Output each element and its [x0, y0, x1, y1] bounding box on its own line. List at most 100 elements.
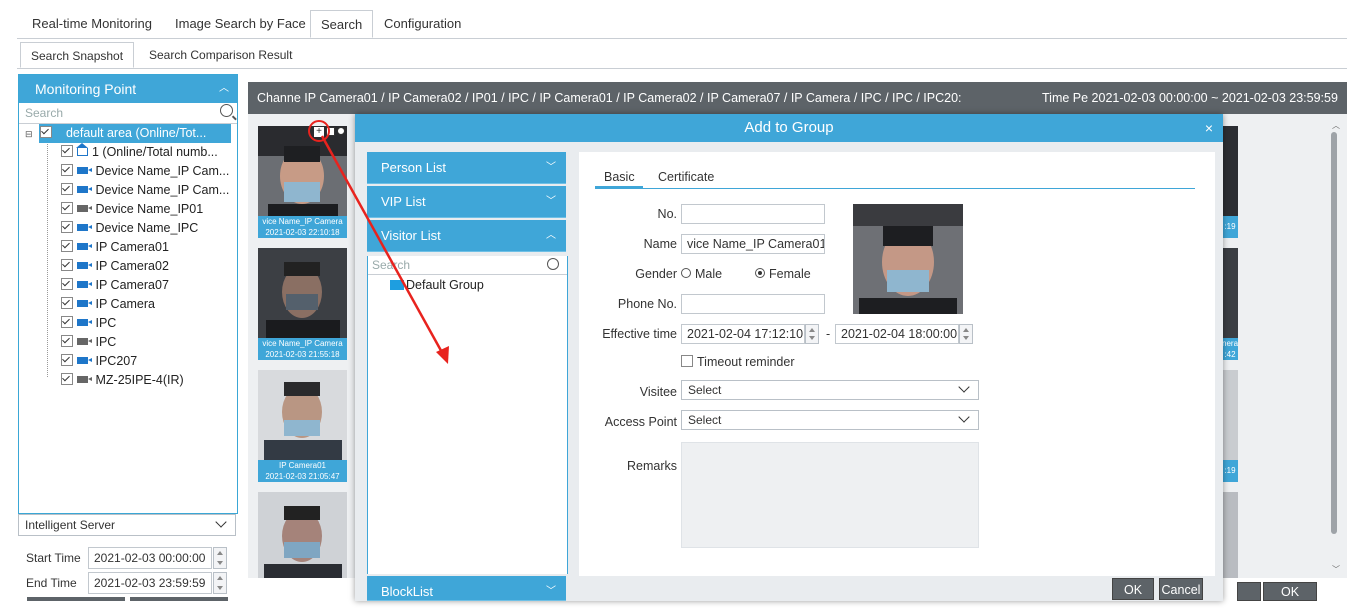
checkbox[interactable]: [61, 354, 73, 366]
tree-node[interactable]: MZ-25IPE-4(IR): [61, 371, 184, 390]
tree-node[interactable]: Device Name_IPC: [61, 219, 198, 238]
snapshot-thumbnail-partial[interactable]: nera :42: [1222, 248, 1238, 360]
gender-male-radio[interactable]: Male: [681, 267, 722, 281]
snapshot-time: 2021-02-03 21:55:18: [265, 350, 340, 359]
tree-node[interactable]: IPC: [61, 314, 116, 333]
face-photo: [258, 492, 347, 578]
intelligent-server-select[interactable]: Intelligent Server: [18, 514, 236, 536]
export-button[interactable]: [130, 597, 228, 601]
tree-node[interactable]: IP Camera: [61, 295, 155, 314]
checkbox[interactable]: [61, 297, 73, 309]
tab-basic[interactable]: Basic: [604, 170, 635, 184]
chevron-up-icon[interactable]: ︿: [219, 75, 229, 103]
snapshot-thumbnail[interactable]: vice Name_IP Camera 2021-02-03 21:55:18: [258, 248, 347, 360]
page-button[interactable]: [1237, 582, 1261, 601]
select-value: Intelligent Server: [25, 518, 116, 532]
list-label: Person List: [381, 160, 447, 175]
start-time-input[interactable]: 2021-02-03 00:00:00: [88, 547, 212, 569]
effective-time-label: Effective time: [602, 327, 677, 341]
scroll-down-icon[interactable]: ﹀: [1332, 564, 1340, 575]
tree-node[interactable]: Device Name_IP Cam...: [61, 181, 229, 200]
scrollbar-thumb[interactable]: [1331, 132, 1337, 534]
checkbox[interactable]: [61, 259, 73, 271]
tree-node[interactable]: IP Camera02: [61, 257, 169, 276]
checkbox[interactable]: [61, 335, 73, 347]
checkbox[interactable]: [61, 202, 73, 214]
close-icon[interactable]: ×: [1205, 114, 1213, 142]
tree-node[interactable]: 1 (Online/Total numb...: [61, 143, 218, 162]
vip-list-header[interactable]: VIP List ﹀: [367, 186, 566, 218]
checkbox[interactable]: [61, 183, 73, 195]
search-icon[interactable]: [547, 258, 559, 270]
time-period-text: Time Pe 2021-02-03 00:00:00 ~ 2021-02-03…: [1042, 91, 1338, 105]
no-input[interactable]: [681, 204, 825, 224]
blocklist-header[interactable]: BlockList ﹀: [367, 576, 566, 601]
tree-node[interactable]: Device Name_IP Cam...: [61, 162, 229, 181]
tree-node[interactable]: IP Camera01: [61, 238, 169, 257]
visitor-search[interactable]: Search: [368, 256, 567, 275]
effective-end-spinner[interactable]: [959, 324, 973, 344]
tab-configuration[interactable]: Configuration: [374, 10, 471, 38]
name-input[interactable]: vice Name_IP Camera01: [681, 234, 825, 254]
bottom-ok-button[interactable]: OK: [1263, 582, 1317, 601]
search-button[interactable]: [27, 597, 125, 601]
checkbox[interactable]: [61, 278, 73, 290]
person-list-header[interactable]: Person List ﹀: [367, 152, 566, 184]
dialog-title-bar: Add to Group ×: [355, 114, 1223, 142]
snapshot-thumbnail[interactable]: [258, 492, 347, 578]
zoom-icon[interactable]: [337, 127, 345, 135]
cancel-button[interactable]: Cancel: [1159, 578, 1203, 600]
tab-search-comparison-result[interactable]: Search Comparison Result: [139, 42, 302, 68]
gender-female-radio[interactable]: Female: [755, 267, 811, 281]
tab-search[interactable]: Search: [310, 10, 374, 38]
checkbox-label: Timeout reminder: [697, 355, 795, 369]
visitee-select[interactable]: Select: [681, 380, 979, 400]
tab-certificate[interactable]: Certificate: [658, 170, 714, 184]
snapshot-caption: :19: [1222, 216, 1238, 238]
tree-label: IP Camera02: [95, 259, 169, 273]
tree-node[interactable]: IP Camera07: [61, 276, 169, 295]
tree-node[interactable]: IPC: [61, 333, 116, 352]
highlight-circle: [308, 120, 330, 142]
snapshot-thumbnail[interactable]: IP Camera01 2021-02-03 21:05:47: [258, 370, 347, 482]
effective-start-spinner[interactable]: [805, 324, 819, 344]
end-time-input[interactable]: 2021-02-03 23:59:59: [88, 572, 212, 594]
start-time-spinner[interactable]: [213, 547, 227, 569]
tree-label: IPC207: [95, 354, 138, 368]
phone-input[interactable]: [681, 294, 825, 314]
visitor-list-header[interactable]: Visitor List ︿: [367, 220, 566, 252]
checkbox[interactable]: [61, 240, 73, 252]
default-group-node[interactable]: Default Group: [390, 278, 484, 292]
snapshot-thumbnail-partial[interactable]: :19: [1222, 126, 1238, 238]
name-label: Name: [643, 237, 677, 251]
effective-start-input[interactable]: 2021-02-04 17:12:10: [681, 324, 805, 344]
tree-node[interactable]: Device Name_IP01: [61, 200, 203, 219]
checkbox[interactable]: [61, 145, 73, 157]
checkbox[interactable]: [61, 221, 73, 233]
effective-end-input[interactable]: 2021-02-04 18:00:00: [835, 324, 959, 344]
tree-node[interactable]: IPC207: [61, 352, 137, 371]
checkbox[interactable]: [61, 316, 73, 328]
tab-real-time-monitoring[interactable]: Real-time Monitoring: [22, 10, 162, 38]
face-photo: [258, 248, 347, 338]
snapshot-thumbnail-partial[interactable]: :19: [1222, 370, 1238, 482]
ok-button[interactable]: OK: [1112, 578, 1154, 600]
tab-search-snapshot[interactable]: Search Snapshot: [20, 42, 135, 68]
monitoring-point-search[interactable]: Search: [19, 103, 237, 124]
checkbox[interactable]: [61, 373, 73, 385]
scroll-up-icon[interactable]: ︿: [1332, 120, 1340, 131]
end-time-spinner[interactable]: [213, 572, 227, 594]
checkbox[interactable]: [39, 126, 52, 138]
collapse-icon[interactable]: ⊟: [24, 129, 34, 139]
search-icon[interactable]: [220, 104, 233, 117]
access-point-select[interactable]: Select: [681, 410, 979, 430]
remarks-textarea[interactable]: [681, 442, 979, 548]
checkbox[interactable]: [61, 164, 73, 176]
tree-node-default-area[interactable]: ⊟ default area (Online/Tot...: [24, 124, 231, 143]
results-scrollbar[interactable]: ︿ ﹀: [1329, 120, 1340, 576]
timeout-reminder-checkbox[interactable]: Timeout reminder: [681, 355, 795, 369]
tab-image-search-by-face[interactable]: Image Search by Face: [165, 10, 316, 38]
snapshot-thumbnail[interactable]: vice Name_IP Camera 2021-02-03 22:10:18: [258, 126, 347, 238]
monitoring-point-header[interactable]: Monitoring Point ︿: [19, 75, 237, 103]
snapshot-thumbnail-partial[interactable]: [1222, 492, 1238, 578]
